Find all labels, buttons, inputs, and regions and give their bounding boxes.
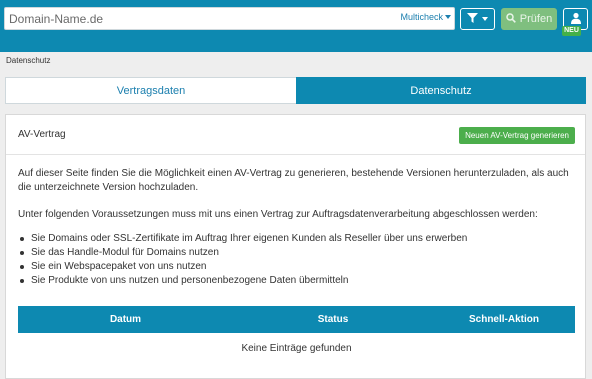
chevron-down-icon xyxy=(482,17,488,21)
pruefen-label: Prüfen xyxy=(519,13,553,25)
filter-button[interactable] xyxy=(460,8,495,30)
column-header-schnell-aktion: Schnell-Aktion xyxy=(468,314,539,325)
search-box: Multicheck xyxy=(4,7,455,30)
domain-search-input[interactable] xyxy=(9,8,399,29)
conditions-list: Sie Domains oder SSL-Zertifikate im Auft… xyxy=(18,232,573,288)
tab-vertragsdaten[interactable]: Vertragsdaten xyxy=(5,77,296,104)
tab-bar: Vertragsdaten Datenschutz xyxy=(5,77,586,104)
column-header-datum[interactable]: Datum xyxy=(18,306,233,333)
search-icon xyxy=(506,12,516,26)
list-item: Sie das Handle-Modul für Domains nutzen xyxy=(18,246,573,260)
chevron-down-icon xyxy=(445,15,451,19)
filter-icon xyxy=(467,12,478,26)
column-header-status[interactable]: Status xyxy=(233,306,433,333)
intro-text: Auf dieser Seite finden Sie die Möglichk… xyxy=(18,168,569,193)
pruefen-button[interactable]: Prüfen xyxy=(501,8,557,30)
tab-datenschutz[interactable]: Datenschutz xyxy=(296,77,586,104)
multicheck-label: Multicheck xyxy=(400,12,443,22)
panel-header: AV-Vertrag Neuen AV-Vertrag generieren xyxy=(6,115,585,155)
conditions-heading: Unter folgenden Voraussetzungen muss mit… xyxy=(18,209,538,220)
list-item: Sie Produkte von uns nutzen und personen… xyxy=(18,274,573,288)
multicheck-dropdown[interactable]: Multicheck xyxy=(400,12,451,22)
panel-title: AV-Vertrag xyxy=(18,129,66,140)
av-vertrag-panel: AV-Vertrag Neuen AV-Vertrag generieren A… xyxy=(5,114,586,379)
panel-body: Auf dieser Seite finden Sie die Möglichk… xyxy=(6,155,585,288)
user-icon xyxy=(570,12,582,27)
top-bar: Multicheck Prüfen NEU xyxy=(0,0,592,52)
generate-av-contract-button[interactable]: Neuen AV-Vertrag generieren xyxy=(459,127,575,144)
breadcrumb: Datenschutz xyxy=(6,56,51,65)
av-contract-table: Datum Status Schnell-Aktion Keine Einträ… xyxy=(18,306,575,363)
list-item: Sie Domains oder SSL-Zertifikate im Auft… xyxy=(18,232,573,246)
table-header: Datum Status Schnell-Aktion xyxy=(18,306,575,333)
new-badge: NEU xyxy=(562,26,581,36)
list-item: Sie ein Webspacepaket von uns nutzen xyxy=(18,260,573,274)
empty-table-message: Keine Einträge gefunden xyxy=(241,342,352,354)
